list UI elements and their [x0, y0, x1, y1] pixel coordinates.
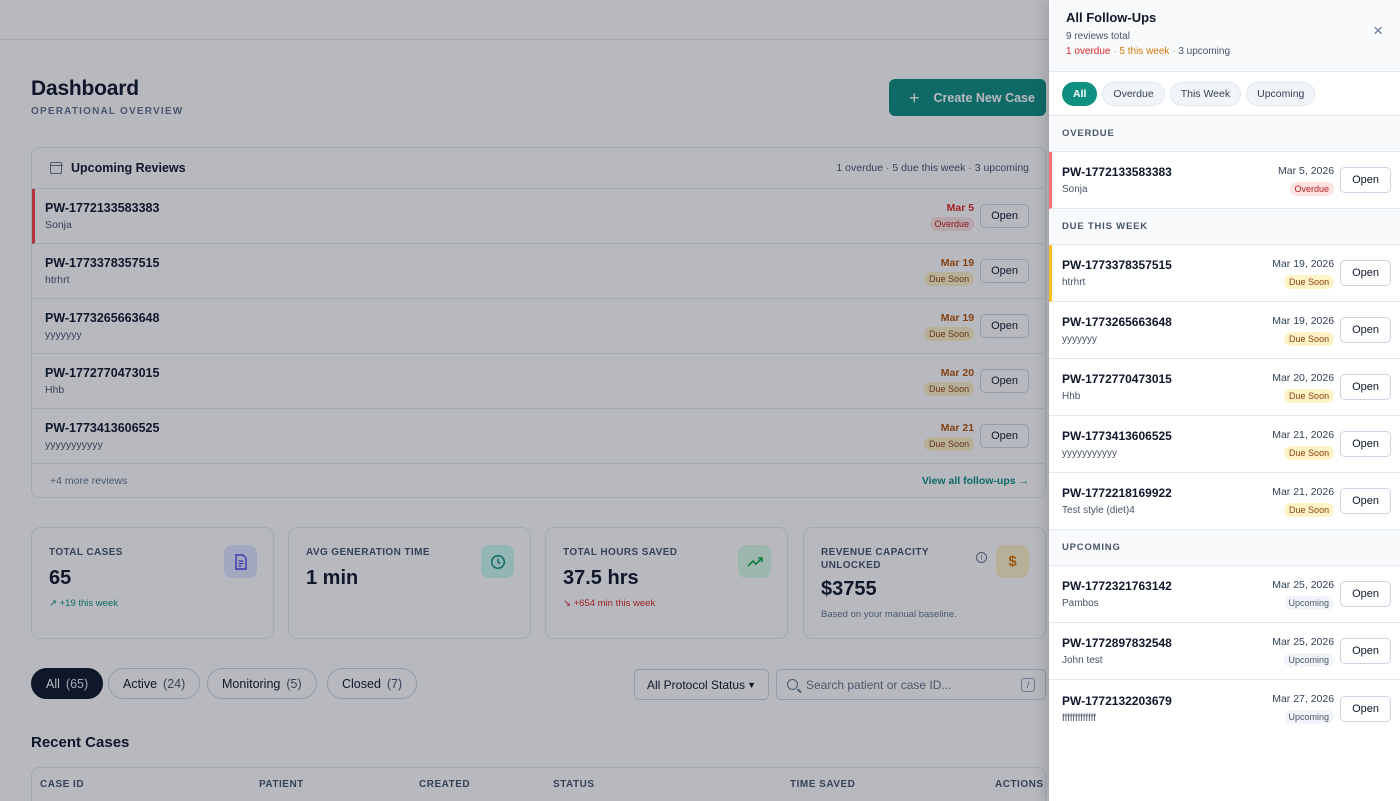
separator: ·: [1113, 46, 1117, 57]
follow-up-case-id: PW-1772897832548: [1062, 636, 1172, 650]
status-badge: Due Soon: [1284, 274, 1335, 289]
open-follow-up-button[interactable]: Open: [1340, 317, 1391, 343]
follow-up-row: PW-1772897832548 John test Mar 25, 2026 …: [1049, 623, 1400, 680]
drawer-counts: 1 overdue · 5 this week · 3 upcoming: [1066, 46, 1383, 57]
follow-up-date: Mar 20, 2026: [1272, 371, 1335, 384]
status-badge: Overdue: [1289, 181, 1335, 196]
section-header: DUE THIS WEEK: [1049, 209, 1400, 245]
follow-ups-drawer: All Follow-Ups 9 reviews total 1 overdue…: [1049, 0, 1400, 801]
status-badge: Upcoming: [1283, 652, 1335, 667]
tab-upcoming[interactable]: Upcoming: [1246, 81, 1316, 106]
drawer-header: All Follow-Ups 9 reviews total 1 overdue…: [1049, 0, 1400, 72]
open-follow-up-button[interactable]: Open: [1340, 167, 1391, 193]
follow-up-date: Mar 5, 2026: [1278, 164, 1335, 177]
follow-up-row: PW-1773413606525 yyyyyyyyyyy Mar 21, 202…: [1049, 416, 1400, 473]
follow-up-patient-name: yyyyyyy: [1062, 334, 1097, 345]
this-week-count: 5 this week: [1119, 46, 1170, 57]
status-badge: Due Soon: [1284, 388, 1335, 403]
close-icon[interactable]: ×: [1373, 22, 1383, 39]
follow-up-patient-name: Sonja: [1062, 184, 1088, 195]
status-badge: Upcoming: [1283, 595, 1335, 610]
follow-up-patient-name: Hhb: [1062, 391, 1081, 402]
follow-up-case-id: PW-1772133583383: [1062, 165, 1172, 179]
follow-up-row: PW-1772770473015 Hhb Mar 20, 2026 Due So…: [1049, 359, 1400, 416]
open-follow-up-button[interactable]: Open: [1340, 581, 1391, 607]
follow-up-patient-name: htrhrt: [1062, 277, 1086, 288]
section-header: UPCOMING: [1049, 530, 1400, 566]
follow-up-case-id: PW-1772132203679: [1062, 693, 1172, 708]
status-badge: Due Soon: [1284, 445, 1335, 460]
follow-up-date: Mar 19, 2026: [1272, 257, 1335, 270]
status-badge: Due Soon: [1284, 502, 1335, 517]
follow-up-case-id: PW-1772770473015: [1062, 372, 1172, 386]
follow-up-case-id: PW-1772321763142: [1062, 579, 1172, 593]
drawer-total: 9 reviews total: [1066, 31, 1130, 42]
follow-up-date: Mar 25, 2026: [1272, 578, 1335, 591]
drawer-tabs: All Overdue This Week Upcoming: [1049, 72, 1400, 116]
open-follow-up-button[interactable]: Open: [1340, 260, 1391, 286]
open-follow-up-button[interactable]: Open: [1340, 374, 1391, 400]
follow-up-patient-name: yyyyyyyyyyy: [1062, 448, 1117, 459]
status-badge: Upcoming: [1283, 710, 1335, 724]
follow-up-date: Mar 19, 2026: [1272, 314, 1335, 327]
follow-up-case-id: PW-1773378357515: [1062, 258, 1172, 272]
follow-up-date: Mar 27, 2026: [1272, 693, 1335, 705]
tab-this-week[interactable]: This Week: [1169, 81, 1242, 106]
follow-up-patient-name: John test: [1062, 655, 1103, 666]
follow-up-case-id: PW-1773413606525: [1062, 429, 1172, 443]
follow-up-row: PW-1772321763142 Pambos Mar 25, 2026 Upc…: [1049, 566, 1400, 623]
follow-up-patient-name: Pambos: [1062, 598, 1099, 609]
follow-up-date: Mar 25, 2026: [1272, 635, 1335, 648]
follow-up-date: Mar 21, 2026: [1272, 485, 1335, 498]
follow-up-row: PW-1772132203679 fffffffffffff Mar 27, 2…: [1049, 680, 1400, 737]
tab-overdue[interactable]: Overdue: [1102, 81, 1165, 106]
open-follow-up-button[interactable]: Open: [1340, 431, 1391, 457]
upcoming-count: 3 upcoming: [1178, 46, 1231, 57]
tab-all[interactable]: All: [1062, 81, 1098, 106]
follow-up-row: PW-1772218169922 Test style (diet)4 Mar …: [1049, 473, 1400, 530]
follow-up-patient-name: Test style (diet)4: [1062, 505, 1135, 516]
follow-up-patient-name: fffffffffffff: [1062, 712, 1096, 724]
follow-up-row: PW-1773378357515 htrhrt Mar 19, 2026 Due…: [1049, 245, 1400, 302]
follow-up-case-id: PW-1773265663648: [1062, 315, 1172, 329]
section-header: OVERDUE: [1049, 116, 1400, 152]
follow-up-row: PW-1772133583383 Sonja Mar 5, 2026 Overd…: [1049, 152, 1400, 209]
open-follow-up-button[interactable]: Open: [1340, 695, 1391, 722]
follow-up-case-id: PW-1772218169922: [1062, 486, 1172, 500]
drawer-title: All Follow-Ups: [1066, 10, 1157, 25]
follow-up-row: PW-1773265663648 yyyyyyy Mar 19, 2026 Du…: [1049, 302, 1400, 359]
overdue-count: 1 overdue: [1066, 46, 1111, 57]
status-badge: Due Soon: [1284, 331, 1335, 346]
follow-up-date: Mar 21, 2026: [1272, 428, 1335, 441]
open-follow-up-button[interactable]: Open: [1340, 488, 1391, 514]
open-follow-up-button[interactable]: Open: [1340, 638, 1391, 664]
separator: ·: [1172, 46, 1176, 57]
